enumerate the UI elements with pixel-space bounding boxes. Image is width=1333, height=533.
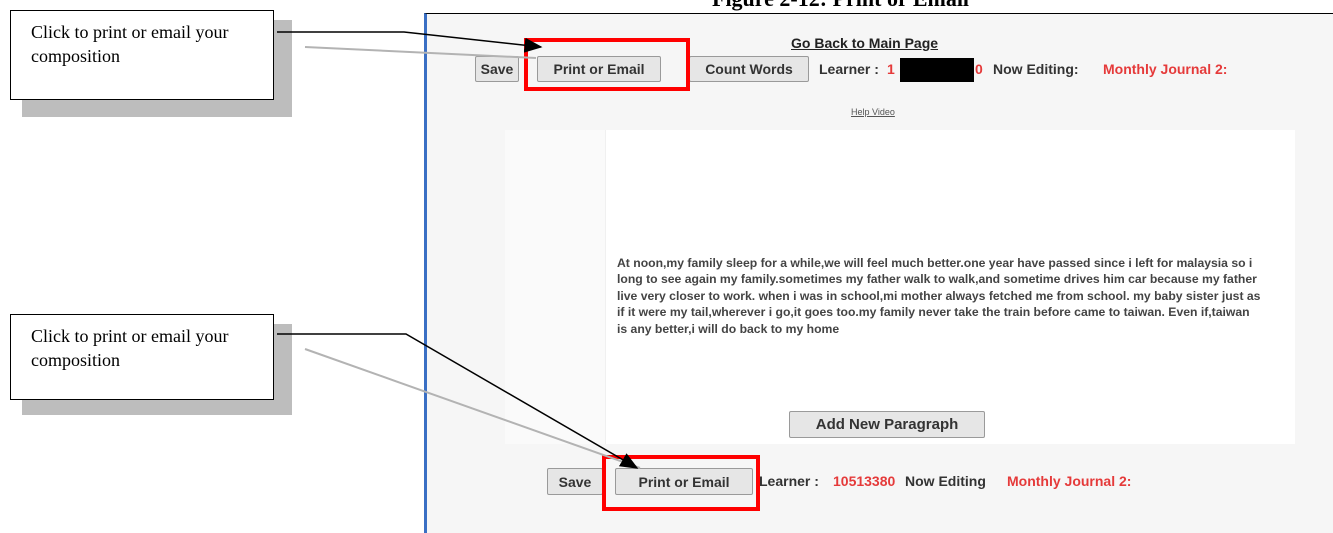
callout-leader-top-gray	[304, 46, 537, 59]
callout-leader-bottom-gray	[304, 348, 641, 469]
callout-leader-top	[277, 31, 543, 53]
connector-overlay	[277, 31, 641, 469]
